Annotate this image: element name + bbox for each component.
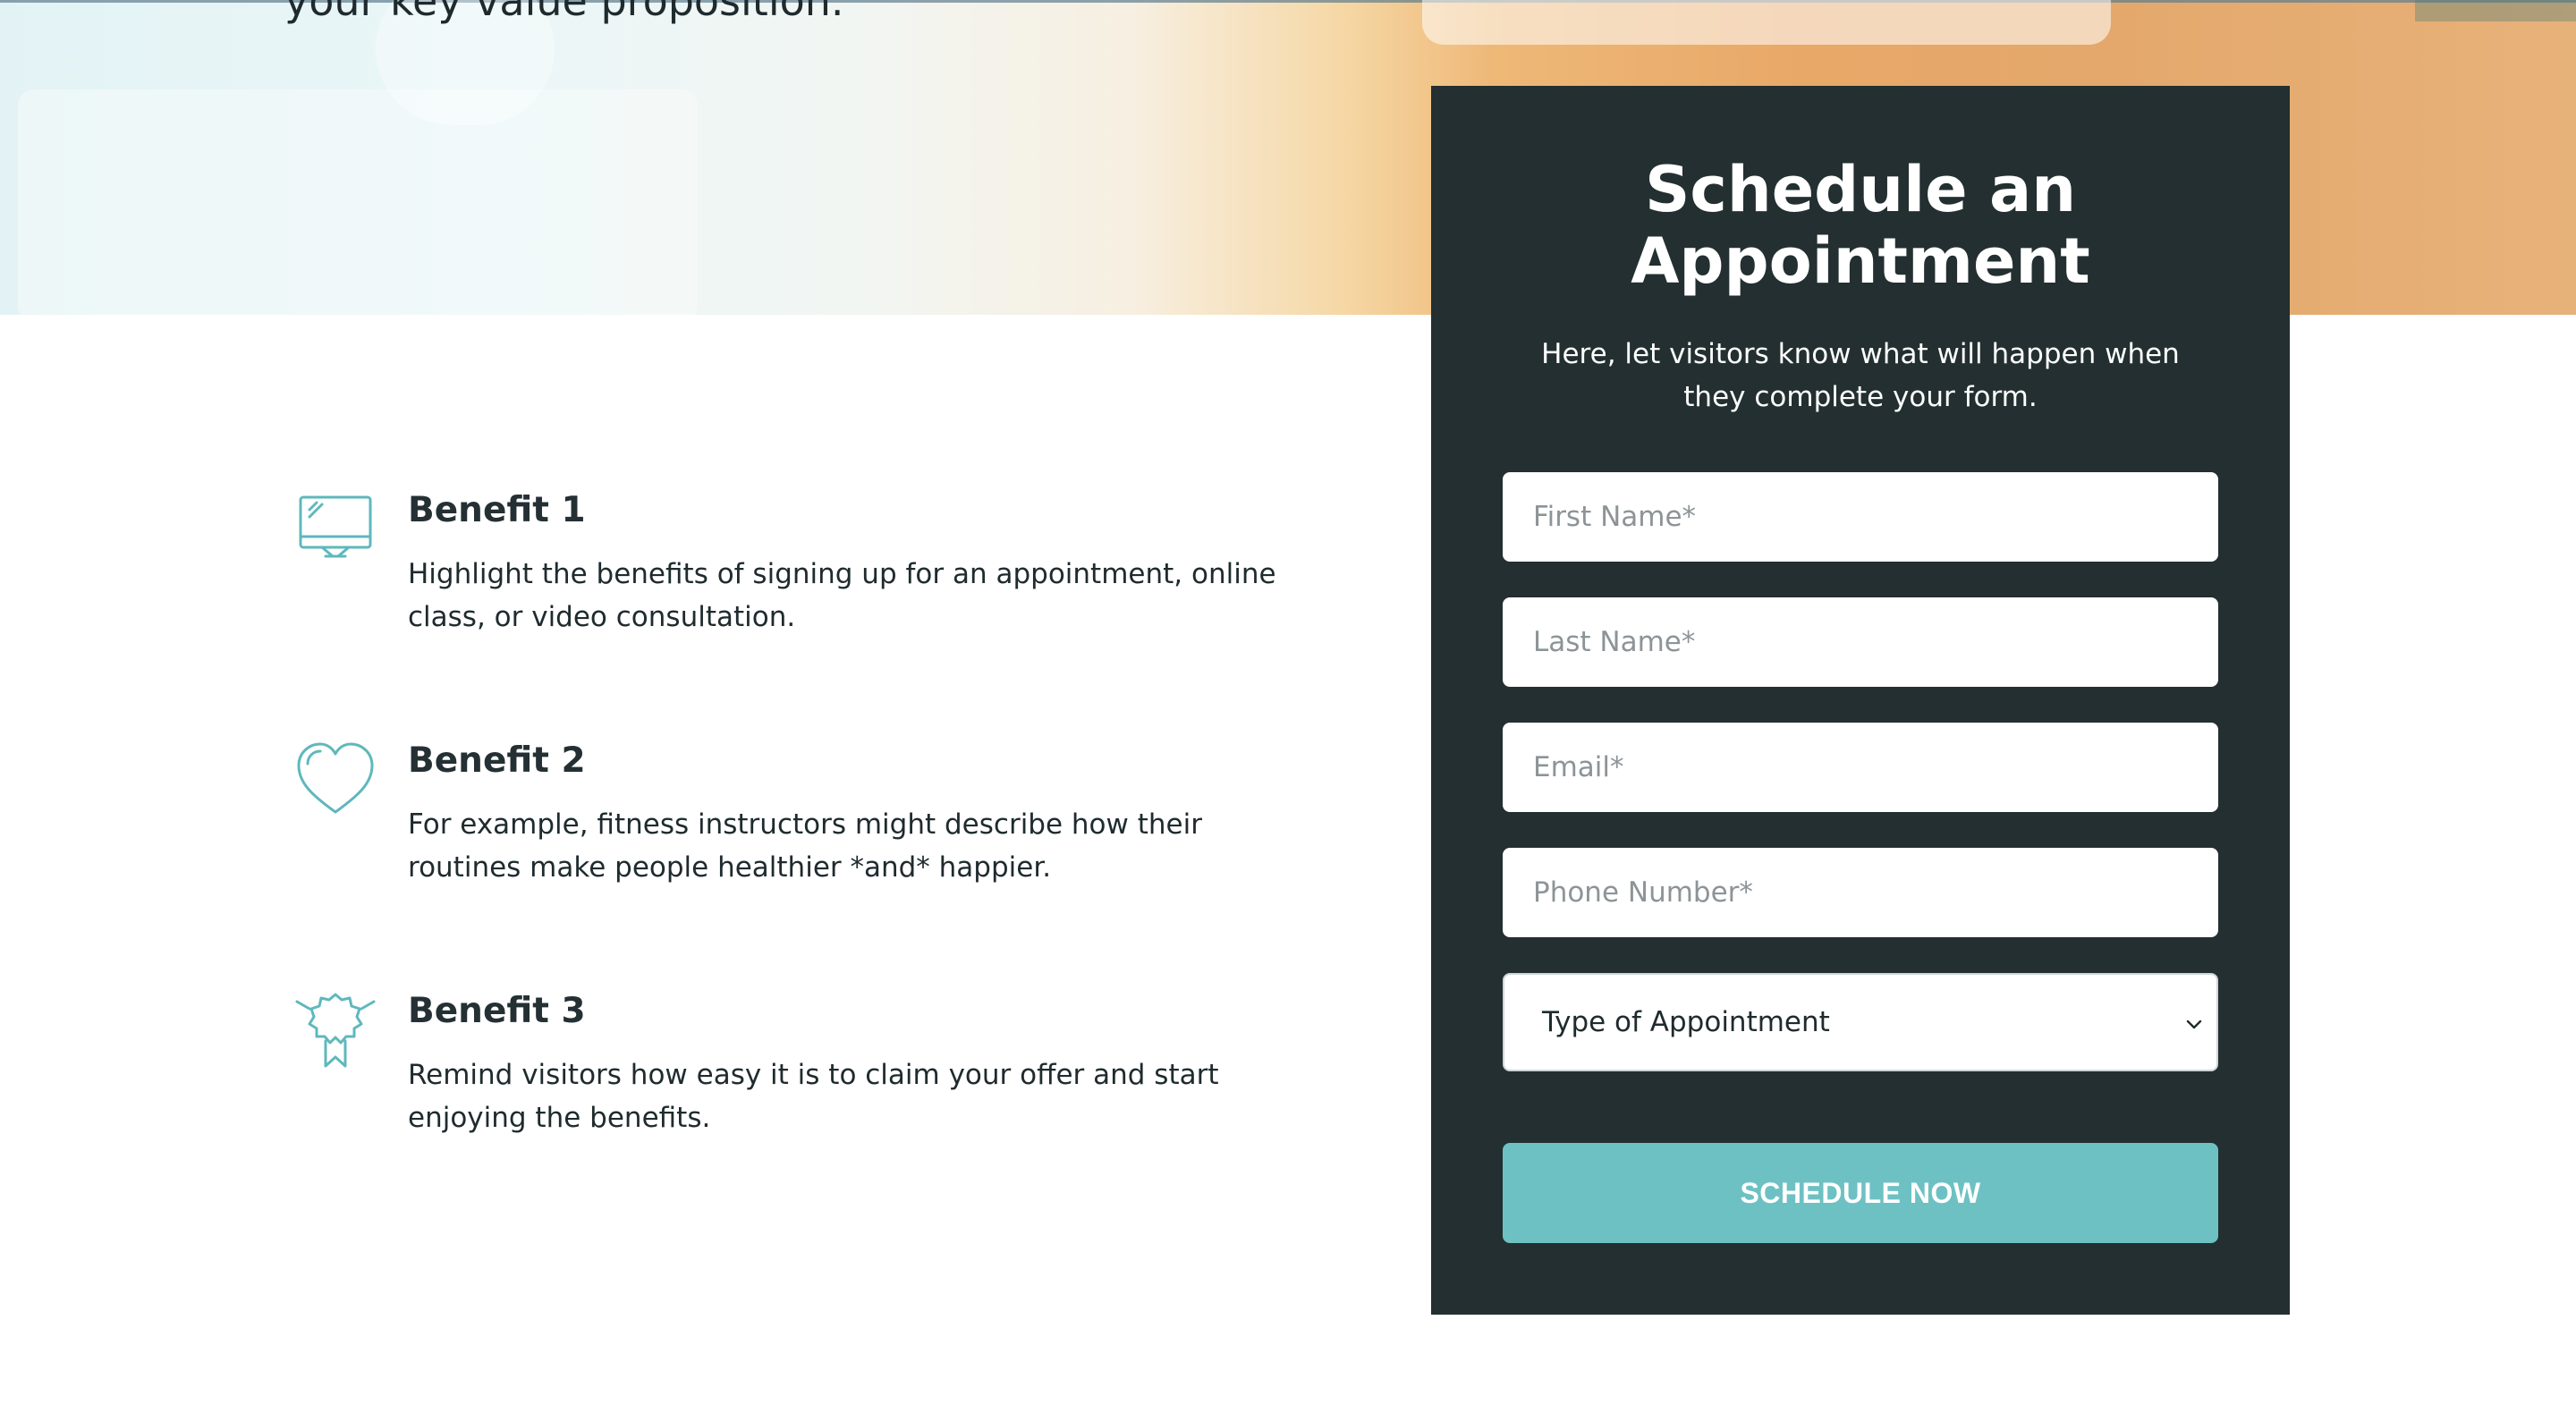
benefit-title: Benefit 2 xyxy=(408,740,586,781)
appointment-form: Schedule an Appointment Here, let visito… xyxy=(1431,86,2290,1315)
appointment-type-value: Type of Appointment xyxy=(1542,1006,1830,1038)
heart-icon xyxy=(295,740,376,821)
award-ribbon-icon xyxy=(295,991,376,1071)
benefit-title: Benefit 3 xyxy=(408,991,586,1031)
benefit-description: For example, fitness instructors might d… xyxy=(408,808,1202,884)
schedule-now-button[interactable]: SCHEDULE NOW xyxy=(1503,1143,2218,1243)
benefit-description: Highlight the benefits of signing up for… xyxy=(408,558,1276,633)
chevron-down-icon xyxy=(2184,1014,2204,1034)
form-subtitle: Here, let visitors know what will happen… xyxy=(1541,338,2180,413)
email-field[interactable] xyxy=(1503,723,2218,812)
first-name-field[interactable] xyxy=(1503,472,2218,562)
hero-background-shape xyxy=(18,89,698,315)
hero-background-shape xyxy=(1422,0,2111,45)
phone-number-field[interactable] xyxy=(1503,848,2218,937)
page: your key value proposition. Benefit 1 Hi… xyxy=(0,0,2576,1413)
monitor-icon xyxy=(295,490,376,571)
hero-background-shape xyxy=(2415,0,2576,21)
form-title: Schedule an Appointment xyxy=(1631,153,2090,298)
hero-tagline: your key value proposition. xyxy=(284,0,844,25)
last-name-field[interactable] xyxy=(1503,597,2218,687)
benefit-title: Benefit 1 xyxy=(408,490,586,530)
benefit-description: Remind visitors how easy it is to claim … xyxy=(408,1059,1219,1134)
appointment-type-select[interactable]: Type of Appointment xyxy=(1503,973,2218,1071)
